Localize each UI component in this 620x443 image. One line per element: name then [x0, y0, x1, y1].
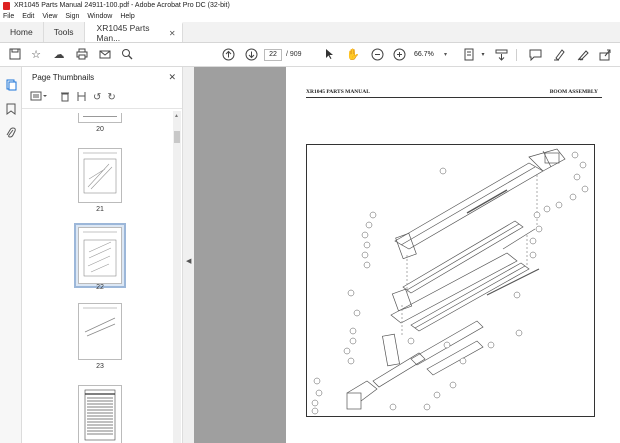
next-page-icon[interactable]	[244, 48, 258, 62]
zoom-level-value: 66.7%	[414, 51, 434, 58]
thumbnails-scrollbar[interactable]: ▲	[173, 111, 181, 443]
zoom-out-icon[interactable]	[370, 48, 384, 62]
save-icon[interactable]	[8, 48, 22, 62]
main-toolbar: ☆ ☁ 22 / 909 ✋ 66.7% ▾ ▾	[0, 43, 620, 67]
menu-edit[interactable]: Edit	[22, 13, 34, 20]
menu-bar: File Edit View Sign Window Help	[0, 11, 620, 22]
thumbnail-page-22[interactable]	[78, 227, 122, 284]
tab-document-label: XR1045 Parts Man...	[96, 23, 150, 43]
page-total: / 909	[286, 51, 302, 58]
thumbnails-toolbar: ↺ ↻	[22, 87, 182, 109]
select-cursor-icon[interactable]	[322, 48, 336, 62]
exploded-parts-diagram	[306, 144, 595, 417]
scrollbar-thumb[interactable]	[174, 131, 180, 143]
thumbnail-content-line	[83, 116, 117, 117]
thumbnail-page-20[interactable]	[78, 113, 122, 123]
window-title: XR1045 Parts Manual 24911-100.pdf - Adob…	[14, 2, 230, 9]
document-header-left: XR1045 PARTS MANUAL	[306, 89, 370, 95]
search-icon[interactable]	[120, 48, 134, 62]
thumbnail-drawing	[83, 307, 117, 337]
thumbnail-label-21: 21	[96, 206, 104, 213]
acrobat-icon	[3, 1, 10, 10]
thumbnail-label-22: 22	[96, 284, 104, 291]
thumbnail-label-23: 23	[96, 363, 104, 370]
page-thumbnails-icon[interactable]	[5, 79, 17, 91]
menu-help[interactable]: Help	[120, 13, 134, 20]
tab-tools-label: Tools	[53, 27, 74, 37]
share-icon[interactable]	[598, 48, 612, 62]
sign-pen-icon[interactable]	[576, 48, 590, 62]
panel-collapse-strip[interactable]: ◀	[182, 67, 194, 443]
menu-view[interactable]: View	[42, 13, 57, 20]
document-header-right: BOOM ASSEMBLY	[549, 89, 598, 95]
zoom-in-icon[interactable]	[392, 48, 406, 62]
tab-home-label: Home	[10, 27, 33, 37]
bookmark-star-icon[interactable]: ☆	[29, 48, 43, 62]
rotate-right-icon[interactable]: ↻	[107, 92, 115, 103]
menu-window[interactable]: Window	[87, 13, 112, 20]
thumbnails-title: Page Thumbnails	[32, 72, 95, 82]
thumbnail-options-icon[interactable]	[30, 91, 48, 104]
page-fit-icon[interactable]	[462, 48, 476, 62]
thumbnail-drawing	[84, 389, 116, 441]
mail-icon[interactable]	[98, 48, 112, 62]
thumbnail-page-24[interactable]	[78, 385, 122, 443]
collapse-left-arrow-icon[interactable]: ◀	[186, 257, 191, 265]
tab-bar: Home Tools XR1045 Parts Man... ✕	[0, 22, 620, 43]
menu-file[interactable]: File	[3, 13, 14, 20]
pdf-page: XR1045 PARTS MANUAL BOOM ASSEMBLY	[286, 67, 620, 443]
thumbnail-label-20: 20	[96, 126, 104, 133]
print-icon[interactable]	[75, 48, 89, 62]
bookmarks-icon[interactable]	[5, 103, 17, 115]
tab-home[interactable]: Home	[0, 22, 44, 42]
tab-tools[interactable]: Tools	[44, 22, 85, 42]
left-rail	[0, 67, 22, 443]
zoom-level-select[interactable]: 66.7% ▾	[414, 49, 452, 61]
menu-sign[interactable]: Sign	[65, 13, 79, 20]
page-fit-dropdown-icon[interactable]: ▾	[476, 48, 490, 62]
scroll-up-arrow-icon[interactable]: ▲	[174, 113, 179, 119]
close-tab-icon[interactable]: ✕	[169, 29, 176, 38]
title-bar: XR1045 Parts Manual 24911-100.pdf - Adob…	[0, 0, 620, 11]
delete-pages-icon[interactable]	[60, 91, 70, 105]
page-thumbnails-panel: Page Thumbnails ✕ ↺ ↻ 20 21 22 23 ▲	[22, 67, 182, 443]
header-rule	[306, 97, 602, 98]
thumbnail-drawing	[83, 231, 117, 277]
thumbnails-header: Page Thumbnails ✕	[22, 67, 182, 87]
tab-document[interactable]: XR1045 Parts Man... ✕	[84, 22, 183, 43]
chevron-down-icon: ▾	[444, 52, 448, 58]
previous-page-icon[interactable]	[221, 48, 235, 62]
toolbar-divider	[516, 49, 517, 61]
hand-tool-icon[interactable]: ✋	[346, 48, 360, 62]
scroll-mode-icon[interactable]	[494, 48, 508, 62]
thumbnail-page-23[interactable]	[78, 303, 122, 360]
rotate-left-icon[interactable]: ↺	[93, 92, 101, 103]
attachments-paperclip-icon[interactable]	[5, 127, 17, 139]
close-panel-icon[interactable]: ✕	[168, 72, 176, 83]
upload-cloud-icon[interactable]: ☁	[52, 48, 66, 62]
boom-assembly-drawing	[311, 148, 589, 415]
highlight-pen-icon[interactable]	[552, 48, 566, 62]
thumbnail-page-21[interactable]	[78, 148, 122, 203]
comment-icon[interactable]	[528, 48, 542, 62]
thumbnail-drawing	[83, 152, 117, 194]
insert-pages-icon[interactable]	[76, 91, 87, 105]
page-number-input[interactable]: 22	[264, 49, 282, 61]
document-viewport[interactable]: XR1045 PARTS MANUAL BOOM ASSEMBLY	[194, 67, 620, 443]
